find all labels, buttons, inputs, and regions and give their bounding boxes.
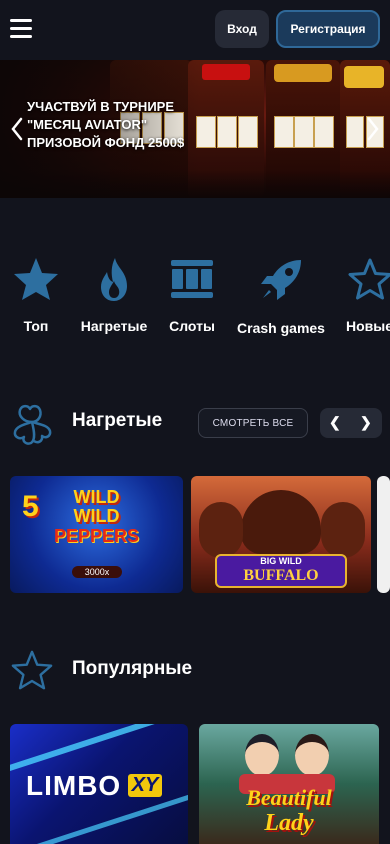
game-art: [321, 502, 365, 558]
section-title: Популярные: [72, 658, 193, 679]
rocket-icon: [261, 260, 301, 300]
game-art: [245, 734, 279, 776]
game-art: [295, 734, 329, 776]
game-title: BIG WILD BUFFALO: [215, 554, 347, 588]
flame-icon: [101, 258, 127, 301]
section-title: Нагретые: [72, 410, 163, 431]
game-card[interactable]: LIMBO XY: [10, 724, 188, 844]
game-title-line: BIG WILD: [260, 556, 302, 566]
header: Вход Регистрация: [0, 0, 390, 60]
game-title-line: XY: [127, 774, 163, 797]
category-crash-games[interactable]: Crash games: [236, 256, 326, 336]
banner-line: "МЕСЯЦ AVIATOR": [27, 117, 148, 132]
hot-section-header: Нагретые СМОТРЕТЬ ВСЕ ❮ ❯: [0, 400, 390, 445]
see-all-button[interactable]: СМОТРЕТЬ ВСЕ: [198, 408, 308, 438]
category-slots[interactable]: Слоты: [164, 256, 220, 334]
game-badge: 3000x: [72, 566, 122, 578]
category-label: Топ: [23, 318, 49, 334]
category-bar: Топ Нагретые Слоты Crash games Новые: [0, 256, 390, 346]
promo-banner[interactable]: УЧАСТВУЙ В ТУРНИРЕ "МЕСЯЦ AVIATOR" ПРИЗО…: [0, 60, 390, 198]
game-title: Beautiful Lady: [199, 785, 379, 837]
game-title: 5 WILD WILD PEPPERS: [10, 488, 183, 547]
game-card[interactable]: [377, 476, 390, 593]
category-label: Crash games: [237, 320, 325, 336]
game-title: LIMBO XY: [26, 770, 163, 802]
banner-text: УЧАСТВУЙ В ТУРНИРЕ "МЕСЯЦ AVIATOR" ПРИЗО…: [27, 98, 227, 152]
game-title-line: Beautiful: [246, 785, 332, 810]
clover-icon: [13, 404, 52, 445]
category-label: Слоты: [169, 318, 215, 334]
login-button[interactable]: Вход: [215, 10, 269, 48]
game-title-line: PEPPERS: [53, 526, 140, 546]
game-title-line: Lady: [264, 810, 314, 836]
game-art: [241, 490, 321, 554]
game-art: [199, 502, 243, 558]
carousel-nav: ❮ ❯: [320, 408, 382, 438]
popular-section-header: Популярные: [0, 648, 390, 692]
category-new[interactable]: Новые: [340, 256, 390, 334]
chevron-left-icon[interactable]: ❮: [329, 414, 341, 431]
game-card[interactable]: Beautiful Lady: [199, 724, 379, 844]
star-outline-icon: [11, 650, 53, 690]
game-card[interactable]: BIG WILD BUFFALO: [191, 476, 371, 593]
chevron-right-icon[interactable]: ❯: [360, 414, 372, 431]
game-art: [10, 724, 188, 776]
star-outline-icon: [348, 258, 390, 300]
hamburger-icon[interactable]: [10, 19, 32, 39]
slots-icon: [171, 260, 213, 298]
star-icon: [14, 258, 58, 300]
game-title-line: 5: [22, 490, 39, 523]
category-label: Новые: [346, 318, 390, 334]
register-button[interactable]: Регистрация: [276, 10, 380, 48]
category-hot[interactable]: Нагретые: [80, 256, 148, 334]
chevron-right-icon[interactable]: [366, 117, 380, 141]
chevron-left-icon[interactable]: [10, 117, 24, 141]
game-title-line: BUFFALO: [243, 567, 319, 584]
banner-line: УЧАСТВУЙ В ТУРНИРЕ: [27, 99, 174, 114]
category-top[interactable]: Топ: [8, 256, 64, 334]
game-card[interactable]: 5 WILD WILD PEPPERS 3000x: [10, 476, 183, 593]
category-label: Нагретые: [80, 318, 148, 334]
banner-line: ПРИЗОВОЙ ФОНД 2500$: [27, 135, 185, 150]
game-title-line: LIMBO: [26, 770, 122, 801]
